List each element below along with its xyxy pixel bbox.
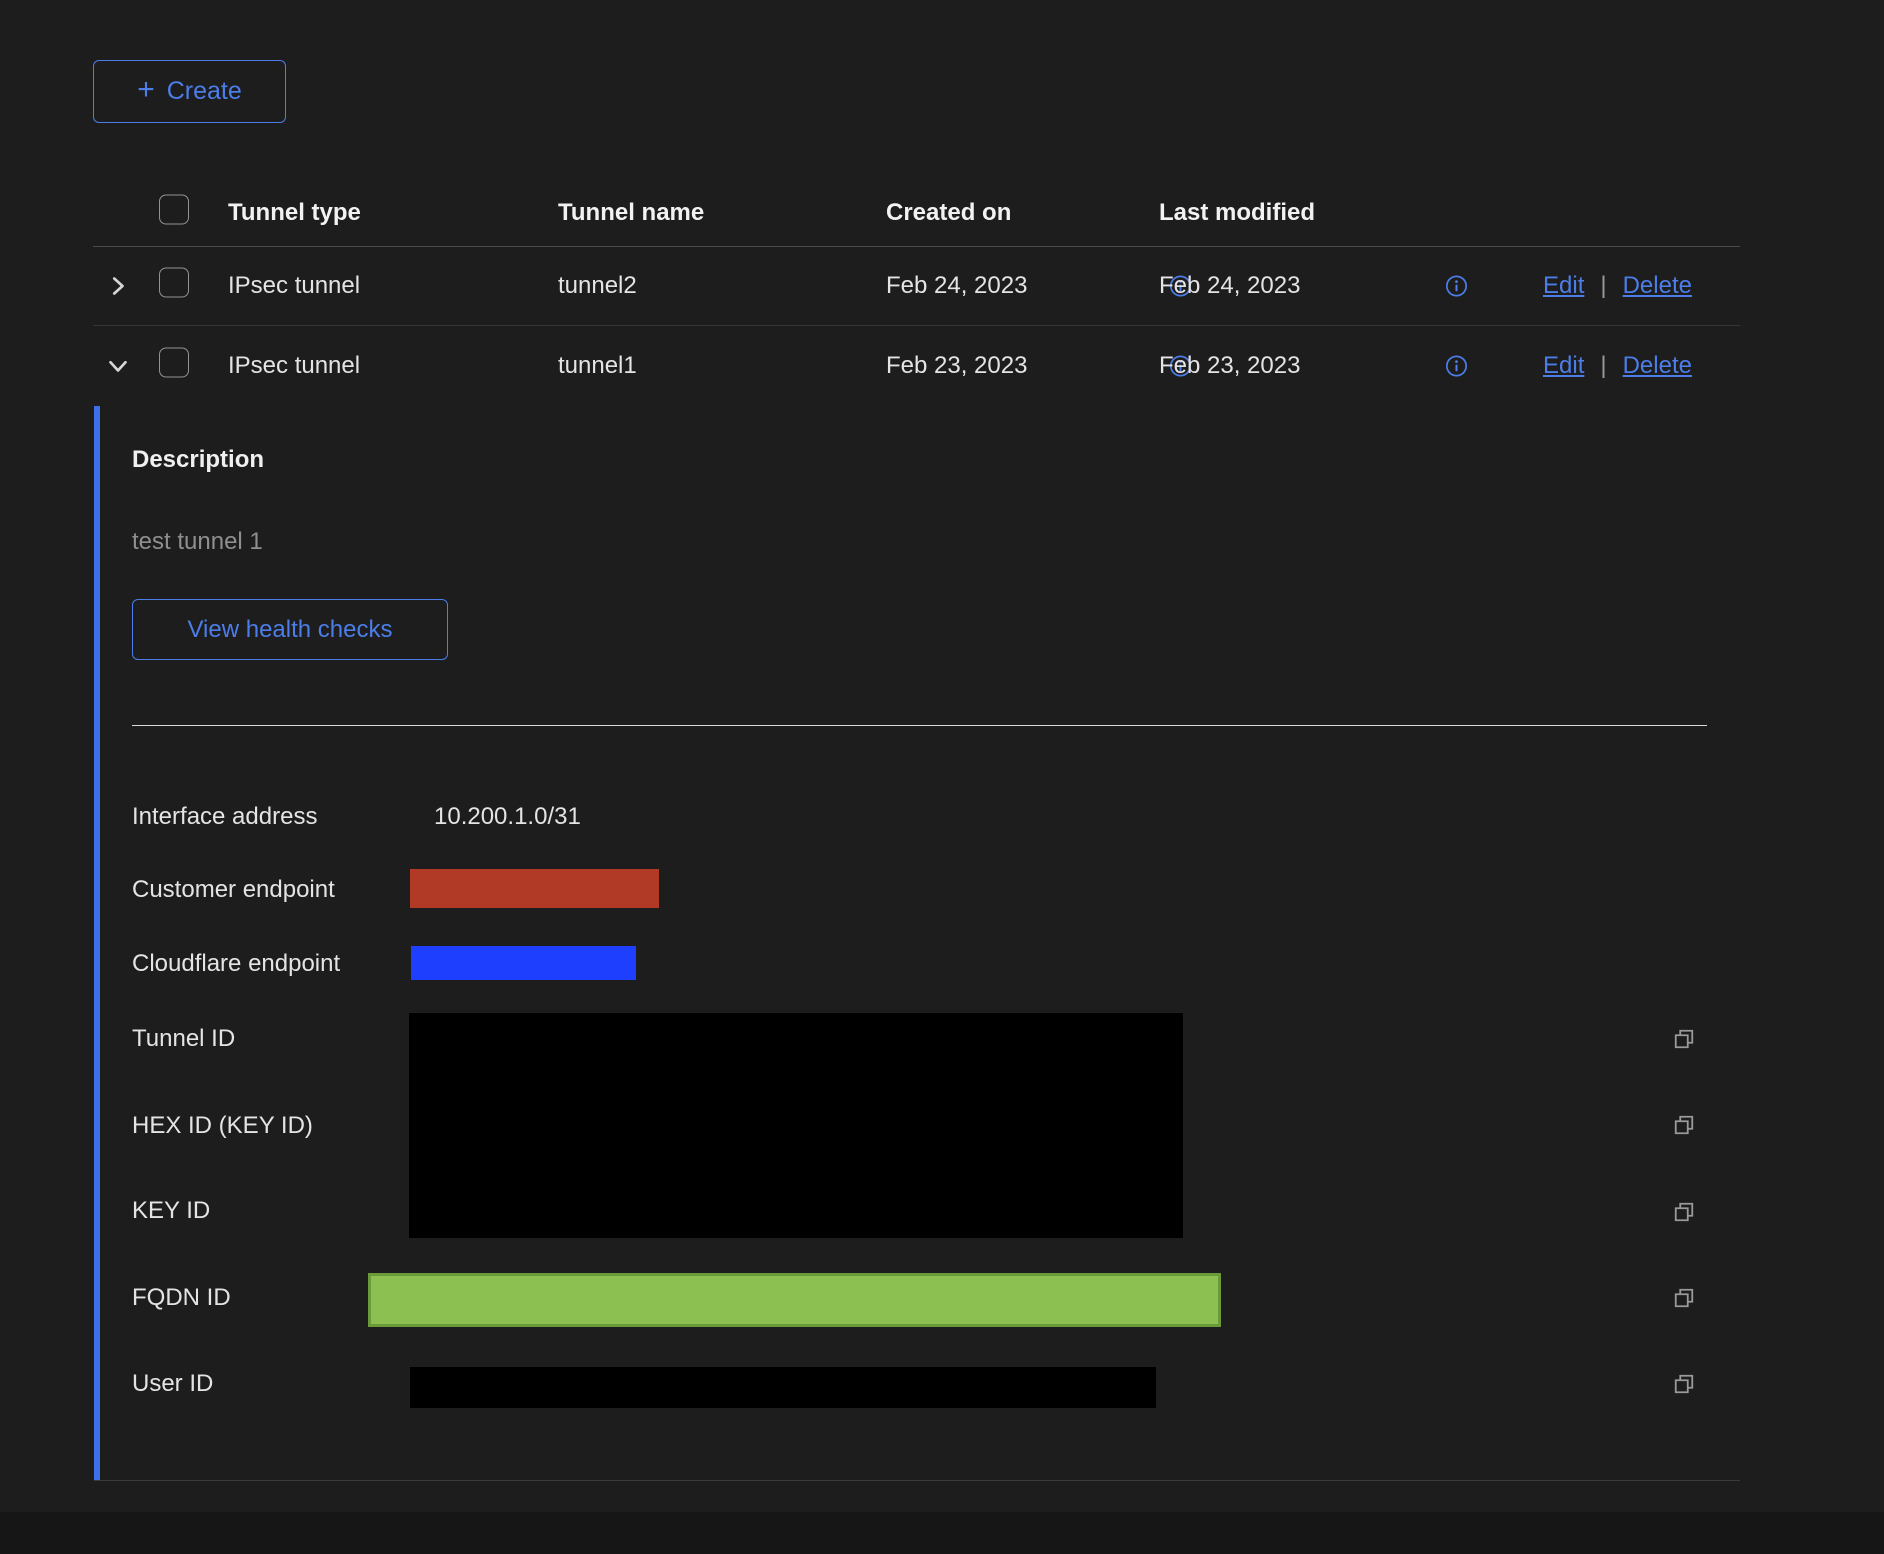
delete-link[interactable]: Delete (1623, 272, 1692, 300)
actions-separator: | (1600, 352, 1606, 380)
interface-address-label: Interface address (132, 803, 317, 831)
created-on-cell: Feb 23, 2023 (886, 352, 1027, 380)
copy-icon[interactable] (1672, 1286, 1696, 1310)
section-divider (132, 725, 1707, 726)
info-icon[interactable] (1445, 274, 1468, 297)
copy-icon[interactable] (1672, 1372, 1696, 1396)
select-all-checkbox[interactable] (159, 195, 189, 225)
header-tunnel-name: Tunnel name (558, 199, 704, 227)
copy-icon[interactable] (1672, 1027, 1696, 1051)
table-header-row: Tunnel type Tunnel name Created on Last … (93, 180, 1740, 247)
chevron-right-icon[interactable] (106, 274, 130, 298)
id-values-redacted-block (409, 1013, 1183, 1238)
customer-endpoint-redacted-value (410, 869, 659, 908)
user-id-label: User ID (132, 1370, 213, 1398)
delete-link[interactable]: Delete (1623, 352, 1692, 380)
create-button[interactable]: + Create (93, 60, 286, 123)
header-tunnel-type: Tunnel type (228, 199, 361, 227)
header-last-modified: Last modified (1159, 199, 1315, 227)
info-icon[interactable] (1445, 354, 1468, 377)
row-checkbox[interactable] (159, 347, 189, 377)
last-modified-cell: Feb 24, 2023 (1159, 272, 1300, 300)
tunnel-type-cell: IPsec tunnel (228, 272, 360, 300)
table-row: IPsec tunnel tunnel1 Feb 23, 2023 Feb 23… (93, 325, 1740, 406)
fqdn-id-redacted-value (368, 1273, 1221, 1327)
cloudflare-endpoint-label: Cloudflare endpoint (132, 950, 340, 978)
key-id-label: KEY ID (132, 1197, 210, 1225)
tunnel-id-label: Tunnel ID (132, 1025, 235, 1053)
chevron-down-icon[interactable] (106, 354, 130, 378)
tunnels-page: + Create Tunnel type Tunnel name Created… (0, 0, 1884, 1554)
interface-address-value: 10.200.1.0/31 (434, 803, 581, 831)
tunnel-name-cell: tunnel2 (558, 272, 637, 300)
user-id-redacted-value (410, 1367, 1156, 1408)
actions-separator: | (1600, 272, 1606, 300)
table-row: IPsec tunnel tunnel2 Feb 24, 2023 Feb 24… (93, 246, 1740, 326)
description-value: test tunnel 1 (132, 528, 263, 556)
customer-endpoint-label: Customer endpoint (132, 876, 335, 904)
cloudflare-endpoint-redacted-value (411, 946, 636, 980)
view-health-checks-button[interactable]: View health checks (132, 599, 448, 660)
footer-strip (0, 1512, 1884, 1554)
fqdn-id-label: FQDN ID (132, 1284, 231, 1312)
create-button-label: Create (167, 77, 242, 106)
description-label: Description (132, 446, 264, 474)
copy-icon[interactable] (1672, 1113, 1696, 1137)
plus-icon: + (137, 75, 155, 105)
copy-icon[interactable] (1672, 1200, 1696, 1224)
hex-id-label: HEX ID (KEY ID) (132, 1112, 313, 1140)
edit-link[interactable]: Edit (1543, 272, 1584, 300)
view-health-checks-label: View health checks (187, 616, 392, 644)
edit-link[interactable]: Edit (1543, 352, 1584, 380)
row-checkbox[interactable] (159, 267, 189, 297)
tunnel-type-cell: IPsec tunnel (228, 352, 360, 380)
header-created-on: Created on (886, 199, 1011, 227)
table-bottom-border (94, 1480, 1740, 1481)
tunnel-name-cell: tunnel1 (558, 352, 637, 380)
expanded-row-accent-bar (94, 406, 100, 1481)
created-on-cell: Feb 24, 2023 (886, 272, 1027, 300)
last-modified-cell: Feb 23, 2023 (1159, 352, 1300, 380)
